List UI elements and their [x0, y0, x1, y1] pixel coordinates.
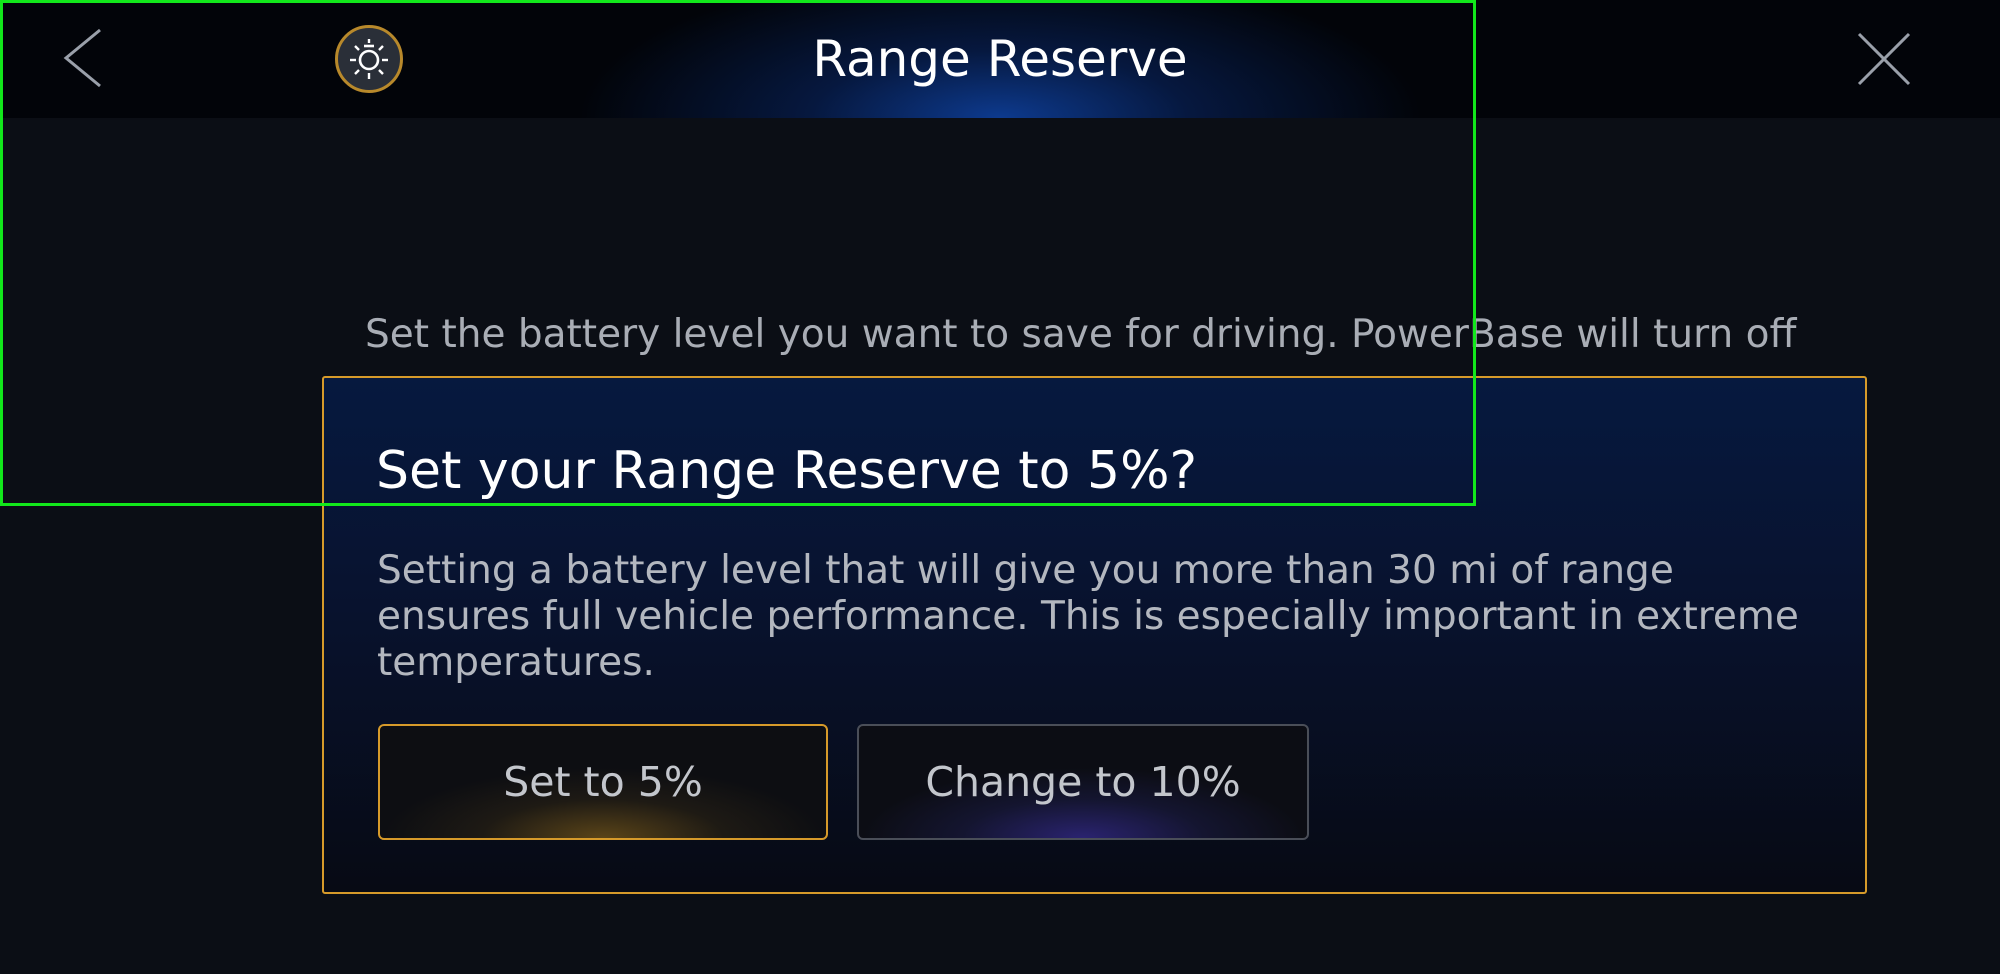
- sun-bulb-icon: [350, 39, 388, 79]
- confirm-dialog: Set your Range Reserve to 5%? Setting a …: [322, 376, 1867, 894]
- top-bar: Range Reserve: [0, 0, 2000, 118]
- change-to-10-label: Change to 10%: [925, 758, 1241, 806]
- dialog-body: Setting a battery level that will give y…: [377, 548, 1799, 685]
- close-button[interactable]: [1855, 30, 1913, 88]
- back-button[interactable]: [50, 22, 120, 94]
- close-icon: [1857, 32, 1911, 86]
- page-title: Range Reserve: [812, 30, 1188, 88]
- dialog-title: Set your Range Reserve to 5%?: [376, 441, 1198, 501]
- display-mode-button[interactable]: [335, 25, 403, 93]
- range-reserve-description: Set the battery level you want to save f…: [365, 312, 1797, 357]
- set-to-5-button[interactable]: Set to 5%: [378, 724, 828, 840]
- change-to-10-button[interactable]: Change to 10%: [857, 724, 1309, 840]
- set-to-5-label: Set to 5%: [503, 758, 703, 806]
- chevron-left-icon: [63, 28, 101, 88]
